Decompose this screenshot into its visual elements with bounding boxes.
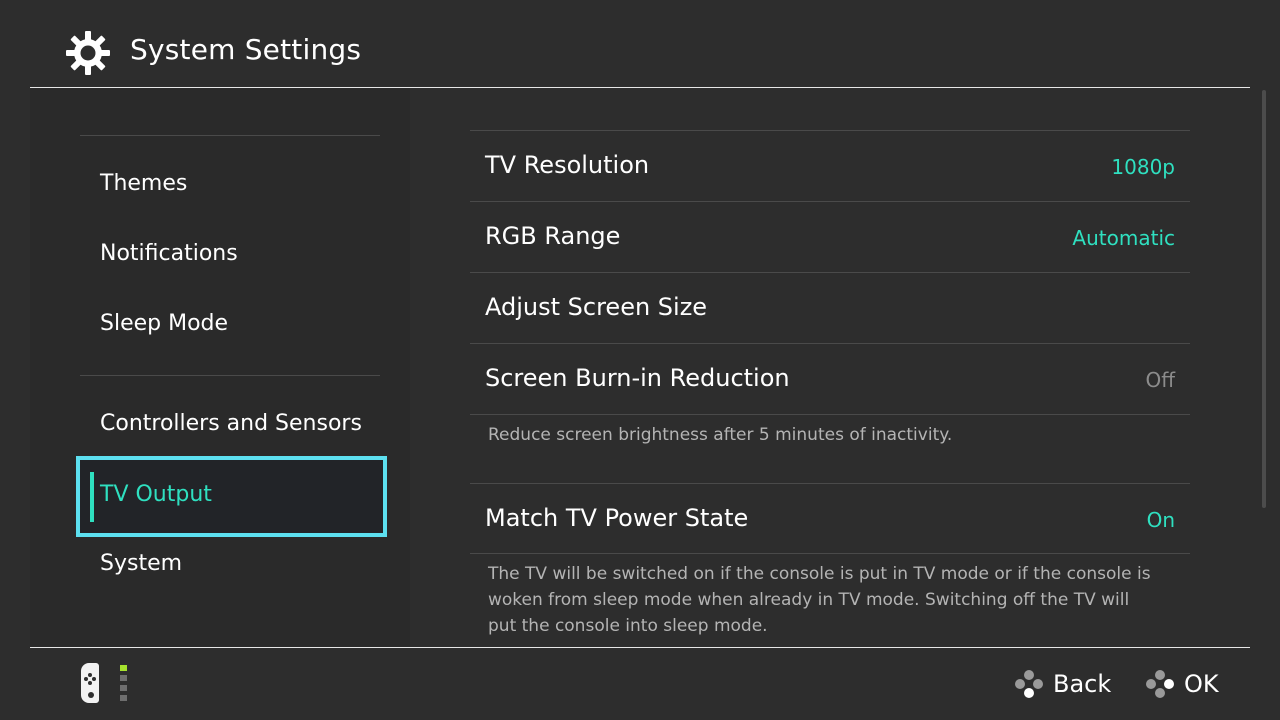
joycon-icon [81, 663, 99, 703]
sidebar-item-system[interactable]: System [100, 551, 182, 576]
setting-value: On [1146, 508, 1175, 532]
setting-label: RGB Range [485, 222, 621, 250]
ok-button[interactable]: OK [1184, 670, 1219, 698]
sidebar-item-controllers-and-sensors[interactable]: Controllers and Sensors [100, 411, 362, 436]
description-line: woken from sleep mode when already in TV… [488, 590, 1130, 610]
setting-description: Reduce screen brightness after 5 minutes… [488, 425, 953, 445]
player-led [120, 665, 127, 671]
sidebar-item-label: TV Output [100, 482, 212, 507]
selection-accent-bar [90, 472, 94, 522]
player-led [120, 685, 127, 691]
setting-description: The TV will be switched on if the consol… [488, 561, 1151, 639]
row-divider [470, 553, 1190, 555]
description-line: put the console into sleep mode. [488, 616, 768, 636]
sidebar-item-notifications[interactable]: Notifications [100, 241, 238, 266]
sidebar-item-tv-output[interactable]: TV Output [76, 456, 387, 537]
setting-screen-burn-in-reduction[interactable]: Screen Burn-in Reduction Off [470, 343, 1190, 414]
player-led [120, 695, 127, 701]
sidebar-item-themes[interactable]: Themes [100, 171, 187, 196]
back-button[interactable]: Back [1053, 670, 1111, 698]
setting-label: Adjust Screen Size [485, 293, 708, 321]
page-title: System Settings [130, 33, 362, 66]
scrollbar[interactable] [1262, 90, 1266, 508]
setting-value: Off [1145, 368, 1175, 392]
a-button-icon [1146, 670, 1174, 698]
b-button-icon [1015, 670, 1043, 698]
sidebar-divider [80, 135, 380, 136]
setting-value: Automatic [1072, 226, 1175, 250]
description-line: The TV will be switched on if the consol… [488, 564, 1151, 584]
setting-label: Match TV Power State [485, 504, 749, 532]
sidebar[interactable]: amiibo Themes Notifications Sleep Mode C… [30, 88, 410, 647]
row-divider [470, 414, 1190, 416]
settings-content: TV Resolution 1080p RGB Range Automatic … [470, 88, 1190, 647]
sidebar-divider [80, 375, 380, 376]
setting-label: Screen Burn-in Reduction [485, 364, 790, 392]
player-led [120, 675, 127, 681]
sidebar-item-amiibo[interactable]: amiibo [100, 88, 175, 89]
setting-label: TV Resolution [485, 151, 650, 179]
gear-icon [66, 31, 110, 75]
setting-adjust-screen-size[interactable]: Adjust Screen Size [470, 272, 1190, 343]
header: System Settings [0, 0, 1280, 88]
setting-rgb-range[interactable]: RGB Range Automatic [470, 201, 1190, 272]
sidebar-item-sleep-mode[interactable]: Sleep Mode [100, 311, 228, 336]
setting-match-tv-power-state[interactable]: Match TV Power State On [470, 483, 1190, 554]
setting-value: 1080p [1111, 155, 1175, 179]
setting-tv-resolution[interactable]: TV Resolution 1080p [470, 130, 1190, 201]
